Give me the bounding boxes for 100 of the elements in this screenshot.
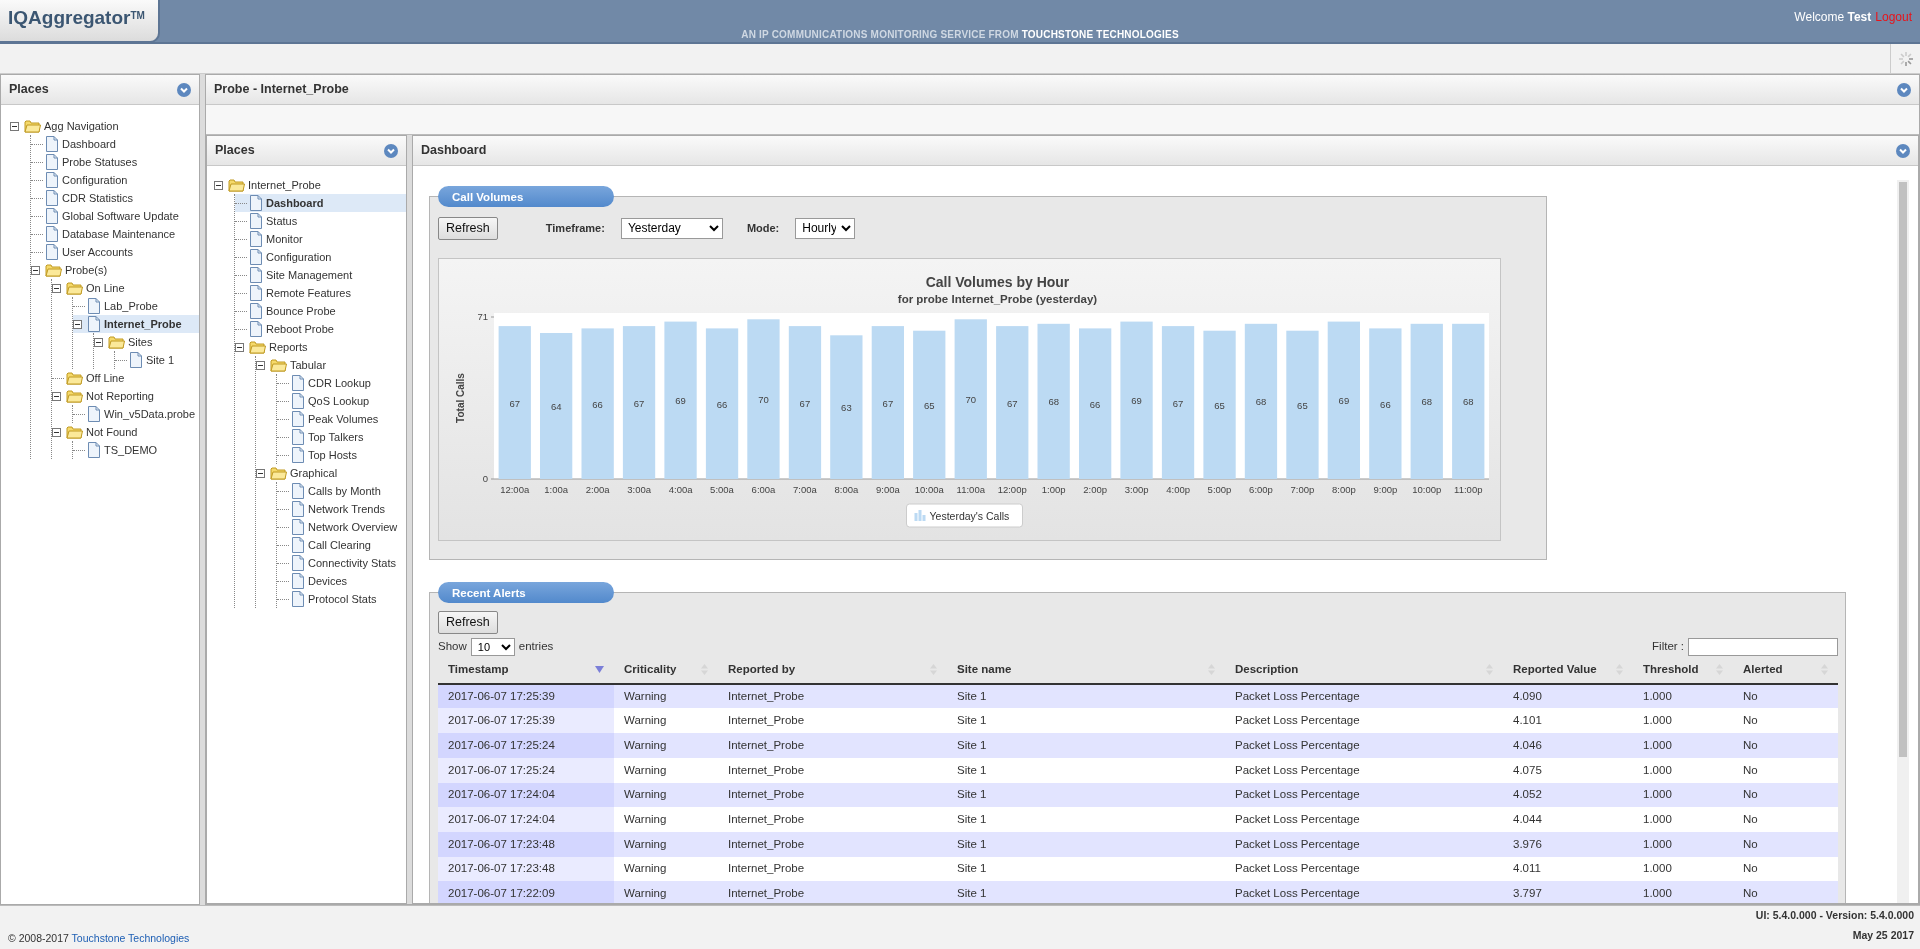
collapse-icon[interactable]: [1897, 82, 1911, 97]
page-icon: [291, 411, 305, 427]
scrollbar[interactable]: [1897, 180, 1909, 903]
tree-item[interactable]: Graphical: [256, 464, 406, 482]
tree-item[interactable]: On Line: [52, 279, 199, 297]
table-cell: 2017-06-07 17:25:39: [438, 683, 614, 709]
tree-item[interactable]: Peak Volumes: [277, 410, 406, 428]
tree-item[interactable]: Dashboard: [31, 135, 199, 153]
tree-item[interactable]: Agg Navigation: [10, 117, 199, 135]
collapse-toggle-icon[interactable]: [214, 180, 223, 190]
page-icon: [249, 249, 263, 265]
tree-item[interactable]: Dashboard: [235, 194, 406, 212]
field-label: Show: [438, 638, 467, 654]
tree-item[interactable]: Site Management: [235, 266, 406, 284]
tree-item[interactable]: Configuration: [235, 248, 406, 266]
page-size-select[interactable]: 10: [470, 637, 515, 656]
tree-item[interactable]: Bounce Probe: [235, 302, 406, 320]
tree-item[interactable]: Reports: [235, 338, 406, 356]
tree-item[interactable]: Configuration: [31, 171, 199, 189]
table-cell: No: [1733, 881, 1838, 903]
collapse-toggle-icon[interactable]: [256, 468, 265, 478]
panel-title: Probe - Internet_Probe: [214, 81, 349, 99]
bar-value-label: 70: [965, 393, 977, 405]
collapse-toggle-icon[interactable]: [52, 283, 61, 293]
table-cell: 1.000: [1633, 831, 1733, 857]
tree-item[interactable]: Monitor: [235, 230, 406, 248]
tree-item[interactable]: CDR Statistics: [31, 189, 199, 207]
bar-value-label: 68: [1255, 396, 1267, 408]
tree-item[interactable]: Top Talkers: [277, 428, 406, 446]
tree-item[interactable]: Internet_Probe: [73, 315, 199, 333]
bar-value-label: 66: [716, 398, 728, 410]
refresh-button[interactable]: Refresh: [438, 610, 498, 634]
tree-item[interactable]: User Accounts: [31, 243, 199, 261]
collapse-toggle-icon[interactable]: [10, 121, 19, 131]
bar-value-label: 68: [1048, 396, 1059, 408]
tree-item[interactable]: Site 1: [115, 351, 199, 369]
tree-item[interactable]: Lab_Probe: [73, 297, 199, 315]
axis-tick-label: 7:00a: [793, 483, 817, 495]
tree-item[interactable]: Not Reporting: [52, 387, 199, 405]
collapse-toggle-icon[interactable]: [52, 427, 61, 437]
company-link[interactable]: Touchstone Technologies: [71, 932, 190, 945]
folder-icon: [249, 340, 266, 354]
bar-value-label: 68: [1421, 396, 1433, 408]
axis-tick-label: 9:00a: [876, 483, 900, 495]
table-cell: Packet Loss Percentage: [1225, 807, 1503, 832]
tree-item[interactable]: Protocol Stats: [277, 590, 406, 608]
tree-item[interactable]: Connectivity Stats: [277, 554, 406, 572]
table-cell: Site 1: [947, 807, 1225, 832]
collapse-toggle-icon[interactable]: [52, 391, 61, 401]
mode-select[interactable]: Hourly: [795, 217, 856, 239]
folder-icon: [108, 335, 125, 349]
page-icon: [45, 190, 59, 206]
collapse-toggle-icon[interactable]: [256, 360, 265, 370]
filter-field[interactable]: [1688, 637, 1838, 656]
collapse-toggle-icon[interactable]: [31, 265, 40, 275]
tree-item[interactable]: Internet_Probe: [214, 176, 406, 194]
page-icon: [45, 154, 59, 170]
tree-item[interactable]: QoS Lookup: [277, 392, 406, 410]
axis-tick-label: 8:00p: [1332, 483, 1356, 495]
page-icon: [249, 213, 263, 229]
tree-item[interactable]: Probe Statuses: [31, 153, 199, 171]
table-cell: 1.000: [1633, 881, 1733, 903]
field-label: Filter :: [1652, 638, 1684, 654]
tree-item[interactable]: Global Software Update: [31, 207, 199, 225]
table-cell: No: [1733, 807, 1838, 832]
tree-item[interactable]: Network Trends: [277, 500, 406, 518]
axis-tick-label: 12:00p: [997, 483, 1027, 495]
tree-item[interactable]: Not Found: [52, 423, 199, 441]
table-cell: 2017-06-07 17:25:39: [438, 708, 614, 734]
tree-item[interactable]: Off Line: [52, 369, 199, 387]
collapse-icon[interactable]: [384, 143, 398, 158]
tree-item[interactable]: TS_DEMO: [73, 441, 199, 459]
collapse-icon[interactable]: [1896, 143, 1910, 158]
tree-item[interactable]: Status: [235, 212, 406, 230]
collapse-toggle-icon[interactable]: [94, 337, 103, 347]
tree-item[interactable]: Database Maintenance: [31, 225, 199, 243]
tree-item[interactable]: CDR Lookup: [277, 374, 406, 392]
timeframe-select[interactable]: Yesterday: [620, 217, 723, 239]
tree-item[interactable]: Call Clearing: [277, 536, 406, 554]
tree-item[interactable]: Calls by Month: [277, 482, 406, 500]
table-cell: Packet Loss Percentage: [1225, 683, 1503, 709]
collapse-toggle-icon[interactable]: [235, 342, 244, 352]
axis-tick-label: 3:00a: [627, 483, 651, 495]
table-cell: Packet Loss Percentage: [1225, 757, 1503, 783]
tree-item[interactable]: Devices: [277, 572, 406, 590]
tree-item[interactable]: Sites: [94, 333, 199, 351]
table-cell: Site 1: [947, 683, 1225, 709]
tree-item[interactable]: Network Overview: [277, 518, 406, 536]
table-cell: No: [1733, 856, 1838, 882]
tree-item[interactable]: Tabular: [256, 356, 406, 374]
legend-label[interactable]: Yesterday's Calls: [929, 509, 1010, 522]
table-cell: 4.046: [1503, 733, 1633, 758]
collapse-toggle-icon[interactable]: [73, 319, 82, 329]
tree-item[interactable]: Remote Features: [235, 284, 406, 302]
tree-item[interactable]: Win_v5Data.probe: [73, 405, 199, 423]
refresh-button[interactable]: Refresh: [438, 217, 498, 240]
tree-item[interactable]: Top Hosts: [277, 446, 406, 464]
tree-item[interactable]: Probe(s): [31, 261, 199, 279]
tree-item[interactable]: Reboot Probe: [235, 320, 406, 338]
collapse-icon[interactable]: [177, 82, 191, 97]
